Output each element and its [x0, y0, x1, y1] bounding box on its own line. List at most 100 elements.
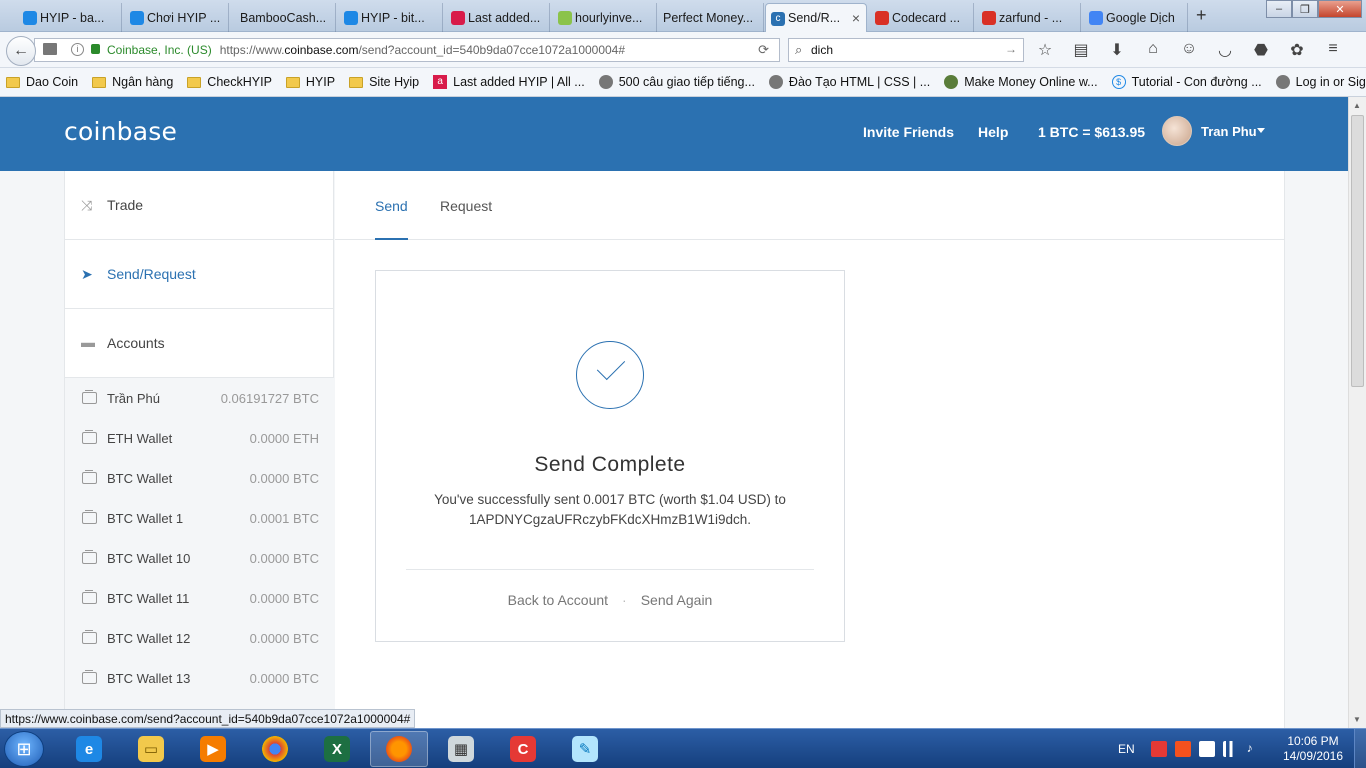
account-item[interactable]: BTC Wallet 10 0.0000 BTC [65, 538, 334, 578]
taskbar-calculator[interactable]: ▦ [432, 731, 490, 767]
folder-icon [6, 76, 20, 88]
new-tab-button[interactable]: + [1196, 5, 1207, 26]
taskbar-chrome[interactable] [246, 731, 304, 767]
taskbar-firefox[interactable] [370, 731, 428, 767]
bookmark-item[interactable]: a Last added HYIP | All ... [433, 75, 585, 89]
coinbase-logo[interactable]: coinbase [64, 117, 177, 146]
address-bar[interactable]: i Coinbase, Inc. (US) https://www.coinba… [34, 38, 780, 62]
back-button[interactable]: ← [6, 36, 36, 66]
browser-tab[interactable]: Google Dịch [1084, 3, 1188, 32]
home-icon[interactable]: ⌂ [1142, 40, 1164, 60]
search-go-icon[interactable]: → [1005, 42, 1017, 56]
menu-icon[interactable]: ≡ [1322, 40, 1344, 60]
a-favicon-icon: a [433, 75, 448, 89]
scrollbar-thumb[interactable] [1351, 115, 1364, 387]
network-icon[interactable] [1222, 741, 1239, 757]
sidebar-item-trade[interactable]: ⤨ Trade [65, 171, 334, 240]
site-identity[interactable]: Coinbase, Inc. (US) [107, 43, 212, 57]
tab-request[interactable]: Request [440, 198, 492, 214]
browser-tab[interactable]: BambooCash... [232, 3, 336, 32]
url-text[interactable]: https://www.coinbase.com/send?account_id… [220, 43, 625, 57]
browser-tab[interactable]: HYIP - bit... [339, 3, 443, 32]
bookmark-item[interactable]: HYIP [285, 75, 335, 89]
pocket-icon[interactable]: ◡ [1214, 40, 1236, 60]
bookmark-item[interactable]: Dao Coin [6, 75, 78, 89]
taskbar-excel[interactable]: X [308, 731, 366, 767]
browser-tab[interactable]: Codecard ... [870, 3, 974, 32]
browser-tab[interactable]: HYIP - ba... [18, 3, 122, 32]
calculator-icon: ▦ [448, 736, 474, 762]
ccleaner-icon: C [510, 736, 536, 762]
bookmark-item[interactable]: Site Hyip [349, 75, 419, 89]
bookmark-item[interactable]: $ Tutorial - Con đường ... [1111, 75, 1262, 89]
send-again-link[interactable]: Send Again [641, 592, 713, 608]
taskbar-ie[interactable]: e [60, 731, 118, 767]
account-item[interactable]: BTC Wallet 1 0.0001 BTC [65, 498, 334, 538]
page-title: Send Complete [534, 453, 686, 476]
caret-down-icon[interactable] [1257, 128, 1265, 133]
back-to-account-link[interactable]: Back to Account [508, 592, 608, 608]
money-favicon-icon [944, 75, 959, 89]
sidebar-item-accounts[interactable]: ▬ Accounts [65, 309, 334, 378]
user-menu[interactable]: Tran Phu [1201, 124, 1257, 139]
antivirus-icon[interactable] [1150, 741, 1167, 757]
language-indicator[interactable]: EN [1118, 742, 1135, 756]
flag-icon[interactable] [1198, 741, 1215, 757]
account-item[interactable]: BTC Wallet 11 0.0000 BTC [65, 578, 334, 618]
sidebar: ⤨ Trade ➤ Send/Request ▬ Accounts Trần P… [64, 171, 334, 728]
close-tab-icon[interactable]: × [852, 10, 860, 26]
gmail-favicon-icon [982, 11, 996, 25]
reading-list-icon[interactable]: ▤ [1070, 40, 1092, 60]
bookmark-item[interactable]: Make Money Online w... [944, 75, 1098, 89]
volume-icon[interactable]: ♪ [1247, 741, 1263, 757]
avatar[interactable] [1162, 116, 1192, 146]
bookmark-star-icon[interactable]: ☆ [1034, 40, 1056, 60]
invite-friends-link[interactable]: Invite Friends [863, 124, 954, 140]
download-icon[interactable]: ⬇ [1106, 40, 1128, 60]
show-desktop-button[interactable] [1354, 729, 1366, 768]
extension-icon[interactable]: ✿ [1286, 40, 1308, 60]
account-item[interactable]: BTC Wallet 13 0.0000 BTC [65, 658, 334, 698]
info-icon[interactable]: i [71, 43, 84, 56]
notepad-icon: ✎ [572, 736, 598, 762]
minimize-button[interactable]: – [1266, 0, 1292, 18]
sidebar-item-send-request[interactable]: ➤ Send/Request [65, 240, 334, 309]
taskbar-explorer[interactable]: ▭ [122, 731, 180, 767]
help-link[interactable]: Help [978, 124, 1008, 140]
close-window-button[interactable]: ✕ [1318, 0, 1362, 18]
card-actions: Back to Account · Send Again [376, 592, 844, 608]
vertical-scrollbar[interactable]: ▲ ▼ [1348, 97, 1366, 728]
bookmark-item[interactable]: 500 câu giao tiếp tiếng... [598, 75, 755, 89]
account-item[interactable]: ETH Wallet 0.0000 ETH [65, 418, 334, 458]
browser-tab[interactable]: Chơi HYIP ... [125, 3, 229, 32]
account-item[interactable]: BTC Wallet 12 0.0000 BTC [65, 618, 334, 658]
btc-price: 1 BTC = $613.95 [1038, 124, 1146, 140]
shield-icon[interactable] [1174, 741, 1191, 757]
adblock-icon[interactable]: ⬣ [1250, 40, 1272, 60]
browser-tab[interactable]: Last added... [446, 3, 550, 32]
bookmark-item[interactable]: CheckHYIP [187, 75, 272, 89]
chat-icon[interactable]: ☺ [1178, 40, 1200, 60]
taskbar-media[interactable]: ▶ [184, 731, 242, 767]
scroll-up-icon[interactable]: ▲ [1353, 101, 1361, 110]
bookmark-item[interactable]: Đào Tạo HTML | CSS | ... [768, 75, 930, 89]
taskbar-notes[interactable]: ✎ [556, 731, 614, 767]
tab-send[interactable]: Send [375, 198, 408, 214]
browser-tab[interactable]: zarfund - ... [977, 3, 1081, 32]
clock[interactable]: 10:06 PM 14/09/2016 [1278, 734, 1348, 764]
browser-tab[interactable]: hourlyinve... [553, 3, 657, 32]
start-button[interactable]: ⊞ [4, 731, 44, 767]
account-item[interactable]: Trần Phú 0.06191727 BTC [65, 378, 334, 418]
browser-tab[interactable]: Perfect Money... [660, 3, 764, 32]
browser-tab-active[interactable]: c Send/R... × [765, 3, 867, 32]
success-message: You've successfully sent 0.0017 BTC (wor… [434, 492, 786, 527]
scroll-down-icon[interactable]: ▼ [1353, 715, 1361, 724]
bookmark-item[interactable]: Ngân hàng [92, 75, 173, 89]
account-item[interactable]: BTC Wallet 0.0000 BTC [65, 458, 334, 498]
bookmark-item[interactable]: Log in or Sign up [1275, 75, 1366, 89]
wallet-icon [82, 470, 97, 484]
taskbar-ccleaner[interactable]: C [494, 731, 552, 767]
reload-icon[interactable]: ⟳ [758, 42, 769, 58]
restore-button[interactable]: ❐ [1292, 0, 1318, 18]
search-input[interactable]: ⌕ dich → [788, 38, 1024, 62]
